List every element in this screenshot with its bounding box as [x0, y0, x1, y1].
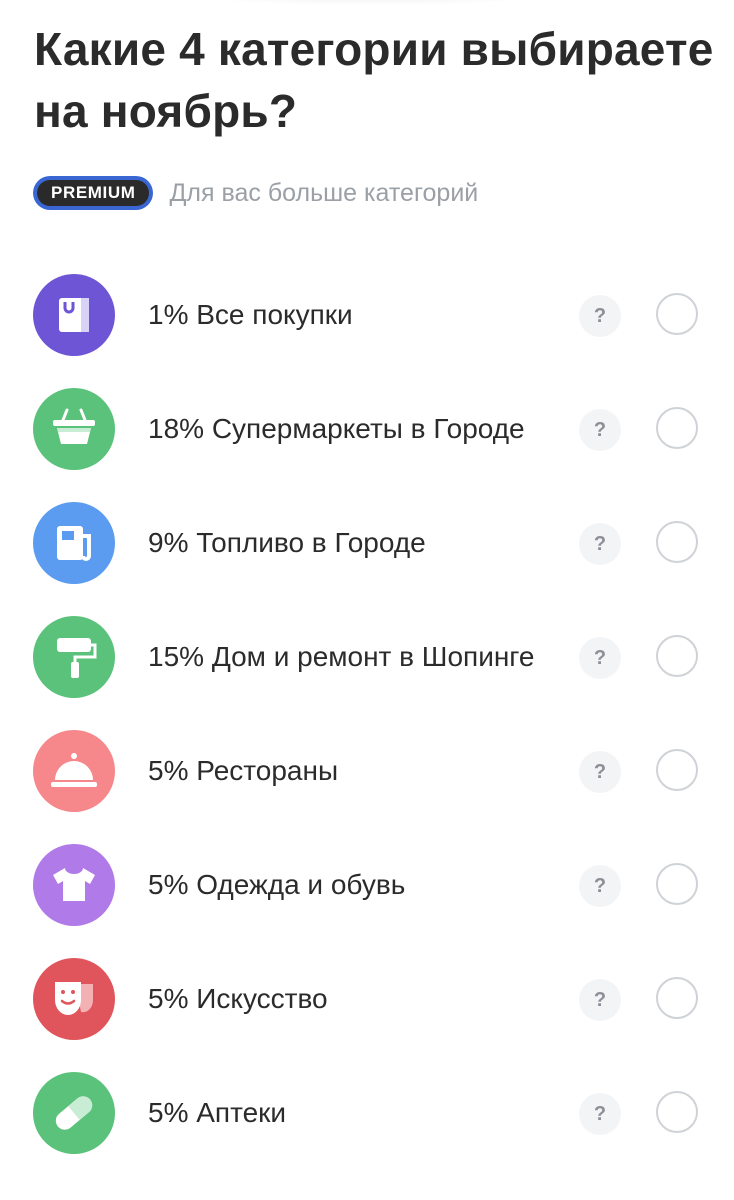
category-row[interactable]: 5% Искусство ?	[0, 942, 734, 1056]
help-button[interactable]: ?	[579, 979, 621, 1021]
category-label: 5% Рестораны	[148, 755, 339, 786]
top-sheet-shadow	[150, 0, 590, 6]
premium-badge: PREMIUM	[33, 176, 154, 210]
help-button[interactable]: ?	[579, 751, 621, 793]
category-label: 5% Одежда и обувь	[148, 869, 406, 900]
category-row[interactable]: 1% Все покупки ?	[0, 258, 734, 372]
premium-badge-label: PREMIUM	[37, 180, 150, 206]
cloche-icon	[33, 730, 115, 812]
category-label: 15% Дом и ремонт в Шопинге	[148, 641, 535, 672]
tshirt-icon	[33, 844, 115, 926]
category-label: 5% Искусство	[148, 983, 328, 1014]
help-button[interactable]: ?	[579, 865, 621, 907]
help-button[interactable]: ?	[579, 637, 621, 679]
basket-icon	[33, 388, 115, 470]
premium-description: Для вас больше категорий	[169, 178, 479, 207]
category-label: 5% Аптеки	[148, 1097, 287, 1128]
category-radio[interactable]	[656, 749, 698, 791]
paint-roller-icon	[33, 616, 115, 698]
shopping-bag-icon	[33, 274, 115, 356]
category-row[interactable]: 5% Аптеки ?	[0, 1056, 734, 1170]
premium-banner[interactable]: PREMIUM Для вас больше категорий	[33, 173, 478, 213]
category-row[interactable]: 5% Одежда и обувь ?	[0, 828, 734, 942]
theater-mask-icon	[33, 958, 115, 1040]
category-radio[interactable]	[656, 293, 698, 335]
category-row[interactable]: 18% Супермаркеты в Городе ?	[0, 372, 734, 486]
pill-icon	[33, 1072, 115, 1154]
category-radio[interactable]	[656, 635, 698, 677]
help-button[interactable]: ?	[579, 409, 621, 451]
category-row[interactable]: 5% Рестораны ?	[0, 714, 734, 828]
category-row[interactable]: 15% Дом и ремонт в Шопинге ?	[0, 600, 734, 714]
page-title: Какие 4 категории выбираете на ноябрь?	[34, 23, 714, 137]
category-radio[interactable]	[656, 407, 698, 449]
category-label: 1% Все покупки	[148, 299, 353, 330]
category-radio[interactable]	[656, 863, 698, 905]
category-row[interactable]: 9% Топливо в Городе ?	[0, 486, 734, 600]
category-label: 9% Топливо в Городе	[148, 527, 426, 558]
fuel-icon	[33, 502, 115, 584]
help-button[interactable]: ?	[579, 523, 621, 565]
category-label: 18% Супермаркеты в Городе	[148, 413, 525, 444]
category-radio[interactable]	[656, 977, 698, 1019]
help-button[interactable]: ?	[579, 295, 621, 337]
help-button[interactable]: ?	[579, 1093, 621, 1135]
category-radio[interactable]	[656, 1091, 698, 1133]
category-radio[interactable]	[656, 521, 698, 563]
